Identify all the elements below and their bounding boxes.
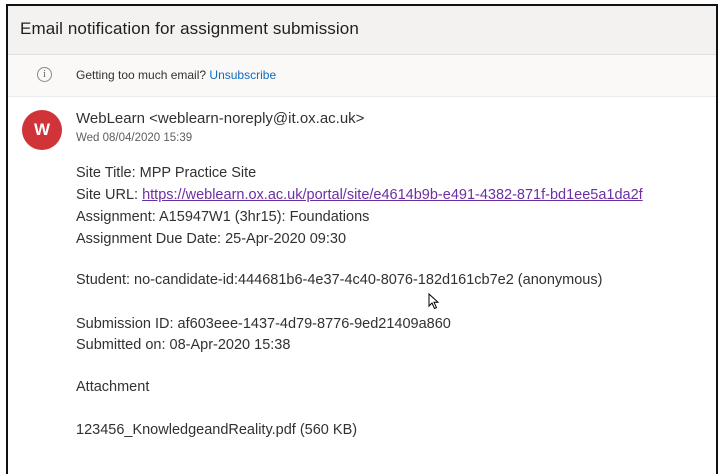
sender-name[interactable]: WebLearn <weblearn-noreply@it.ox.ac.uk> (76, 110, 364, 127)
due-date-line: Assignment Due Date: 25-Apr-2020 09:30 (76, 231, 347, 247)
notice-text: Getting too much email? Unsubscribe (76, 68, 276, 82)
unsubscribe-link[interactable]: Unsubscribe (209, 68, 276, 82)
site-url-line: Site URL: https://weblearn.ox.ac.uk/port… (76, 187, 643, 203)
submitted-on-line: Submitted on: 08-Apr-2020 15:38 (76, 337, 291, 353)
attachment-file[interactable]: 123456_KnowledgeandReality.pdf (560 KB) (76, 422, 357, 438)
notice-message: Getting too much email? (76, 68, 207, 82)
unsubscribe-notice: i Getting too much email? Unsubscribe (8, 55, 716, 97)
mouse-cursor-icon (428, 293, 440, 310)
site-title-line: Site Title: MPP Practice Site (76, 165, 257, 181)
assignment-line: Assignment: A15947W1 (3hr15): Foundation… (76, 209, 370, 225)
site-url-link[interactable]: https://weblearn.ox.ac.uk/portal/site/e4… (142, 187, 643, 203)
info-icon: i (37, 67, 52, 82)
sender-avatar[interactable]: W (22, 110, 62, 150)
submission-id-line: Submission ID: af603eee-1437-4d79-8776-9… (76, 316, 451, 332)
site-url-label: Site URL: (76, 187, 139, 203)
subject-bar: Email notification for assignment submis… (8, 6, 716, 55)
email-reading-pane: Email notification for assignment submis… (6, 4, 718, 474)
email-subject: Email notification for assignment submis… (20, 19, 359, 38)
email-date: Wed 08/04/2020 15:39 (76, 132, 193, 144)
attachment-heading: Attachment (76, 379, 150, 395)
student-line: Student: no-candidate-id:444681b6-4e37-4… (76, 272, 603, 288)
